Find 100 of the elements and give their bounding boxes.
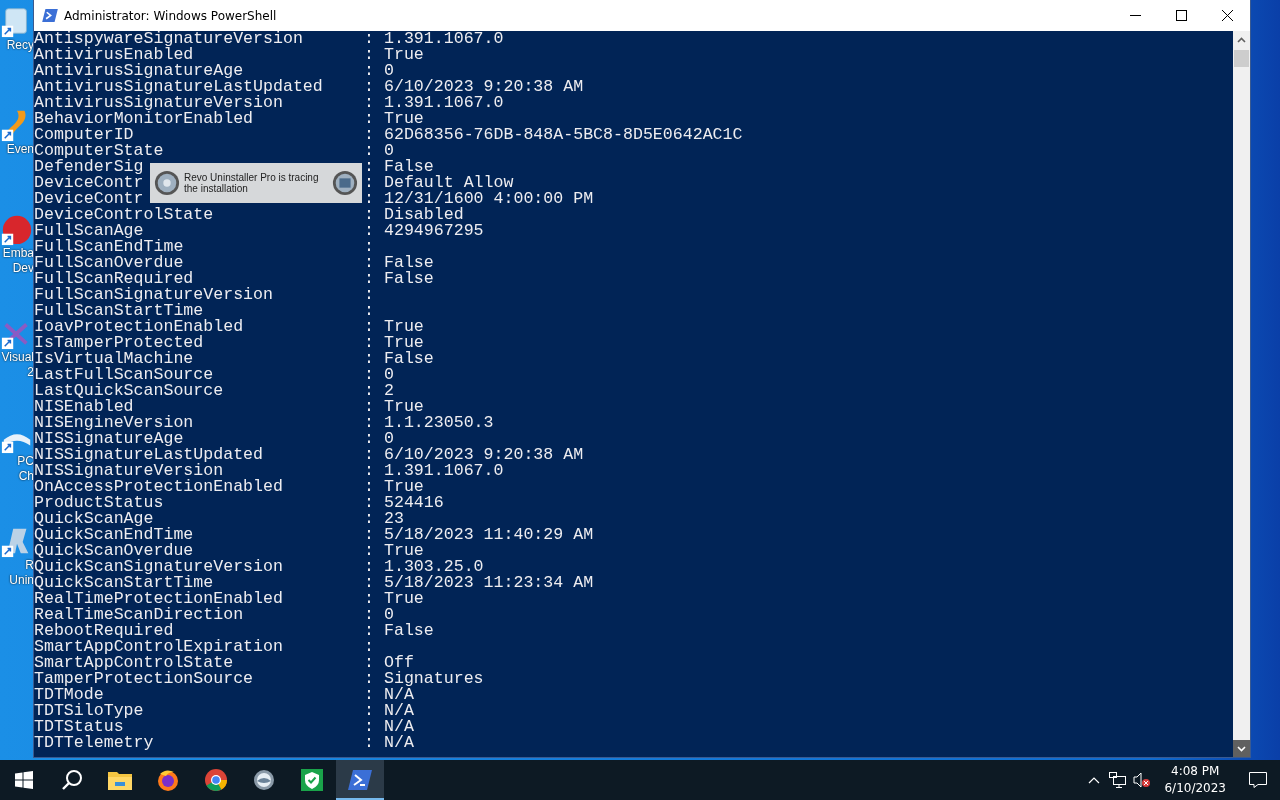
property-name: TDTSiloType [34,701,144,720]
separator: : [364,269,374,288]
desktop-icon-label: Visual [1,350,34,365]
separator: : [364,525,374,544]
property-value: False [384,623,434,639]
property-name: FullScanStartTime [34,301,204,320]
property-name: TamperProtectionSource [34,669,254,688]
browser-ball-icon [204,768,228,792]
windows-start-icon [15,771,33,789]
separator: : [364,61,374,80]
property-name: NISSignatureLastUpdated [34,445,264,464]
desktop-icon-label: 2 [27,365,34,380]
separator: : [364,733,374,752]
scroll-down-button[interactable] [1233,740,1250,757]
separator: : [364,237,374,256]
property-name: LastFullScanSource [34,365,214,384]
taskbar-button[interactable] [336,760,384,800]
property-value: 1.1.23050.3 [384,415,494,431]
disc-icon [253,769,275,791]
property-value: 23 [384,511,404,527]
desktop-icon-label: Even [6,142,34,157]
disc-icon [154,170,180,196]
separator: : [364,573,374,592]
separator: : [364,157,374,176]
separator: : [364,31,374,48]
property-value: 524416 [384,495,444,511]
separator: : [364,189,374,208]
property-value: True [384,319,424,335]
separator: : [364,541,374,560]
separator: : [364,413,374,432]
speech-bubble-icon [1249,772,1267,788]
separator: : [364,221,374,240]
separator: : [364,701,374,720]
property-name: DeviceContr [34,173,144,192]
property-name: IoavProtectionEnabled [34,317,244,336]
property-value: 6/10/2023 9:20:38 AM [384,447,584,463]
folder-icon [108,770,132,790]
separator: : [364,653,374,672]
scroll-thumb[interactable] [1234,50,1249,67]
desktop-icon-label: Emba [2,246,34,261]
scrollbar[interactable] [1233,31,1250,757]
property-value: 62D68356-76DB-848A-5BC8-8D5E0642AC1C [384,127,743,143]
property-value: N/A [384,719,414,735]
window-title: Administrator: Windows PowerShell [64,8,278,23]
separator: : [364,397,374,416]
chevron-up-icon [1237,36,1246,43]
property-name: AntivirusEnabled [34,45,194,64]
separator: : [364,349,374,368]
separator: : [364,557,374,576]
search-icon [61,769,83,791]
property-name: NISSignatureAge [34,429,184,448]
window-icon [332,170,358,196]
browser-fox-icon [156,768,180,792]
property-name: DeviceControlState [34,205,214,224]
property-value: 5/18/2023 11:40:29 AM [384,527,594,543]
property-name: BehaviorMonitorEnabled [34,109,254,128]
separator: : [364,445,374,464]
separator: : [364,717,374,736]
powershell-icon [42,9,58,22]
separator: : [364,77,374,96]
property-value: 12/31/1600 4:00:00 PM [384,191,594,207]
property-value: Off [384,655,414,671]
property-name: ProductStatus [34,493,164,512]
property-name: AntispywareSignatureVersion [34,31,303,48]
separator: : [364,301,374,320]
property-name: FullScanAge [34,221,144,240]
desktop-icon-label: R [25,558,34,573]
clock[interactable]: 4:08 PM 6/10/2023 [1154,763,1236,797]
property-value: 0 [384,607,394,623]
property-value: True [384,47,424,63]
property-value: N/A [384,687,414,703]
property-value: False [384,271,434,287]
property-name: FullScanRequired [34,269,194,288]
separator: : [364,125,374,144]
separator: : [364,285,374,304]
separator: : [364,509,374,528]
separator: : [364,381,374,400]
property-name: ComputerID [34,125,134,144]
property-value: True [384,399,424,415]
property-value: True [384,335,424,351]
property-name: RealTimeScanDirection [34,605,244,624]
property-name: AntivirusSignatureVersion [34,93,283,112]
desktop-icon-label: Ch [18,469,34,484]
desktop-icon-label: Unin [9,573,34,588]
property-name: SmartAppControlState [34,653,234,672]
separator: : [364,461,374,480]
shield-icon [301,769,323,791]
property-name: TDTStatus [34,717,124,736]
property-name: DefenderSig [34,157,144,176]
property-value: 1.303.25.0 [384,559,484,575]
property-name: SmartAppControlExpiration [34,637,283,656]
separator: : [364,621,374,640]
property-name: QuickScanStartTime [34,573,214,592]
property-name: RebootRequired [34,621,174,640]
property-value: N/A [384,735,414,751]
property-name: OnAccessProtectionEnabled [34,477,283,496]
chevron-down-icon [1237,745,1246,752]
property-value: 5/18/2023 11:23:34 AM [384,575,594,591]
close-icon [1221,10,1233,21]
property-value: 0 [384,63,394,79]
